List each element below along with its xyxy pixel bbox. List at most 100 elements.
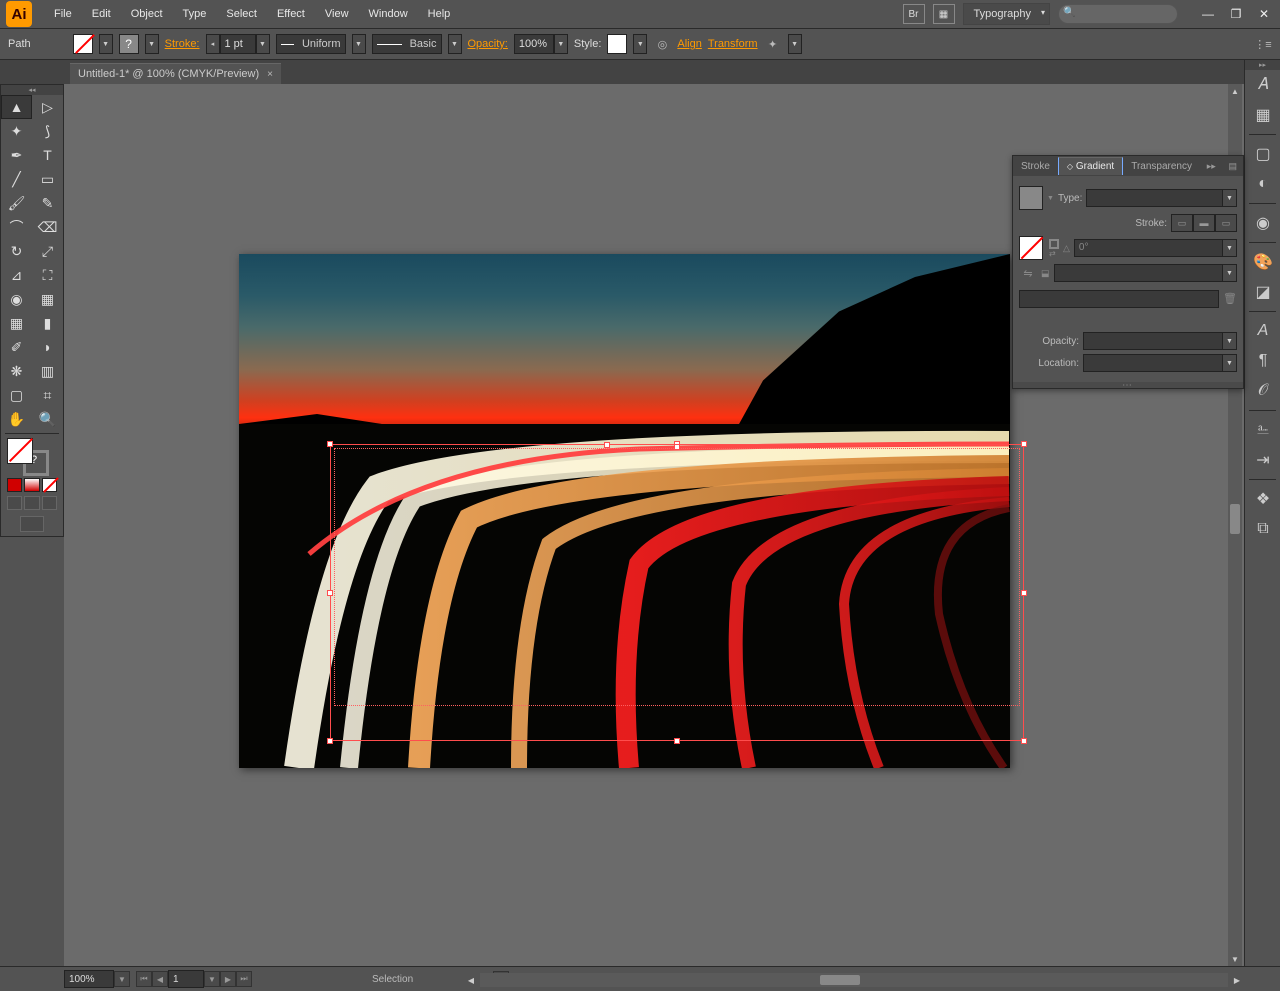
close-tab-icon[interactable]: × (267, 69, 273, 80)
stop-location-input[interactable]: ▼ (1083, 354, 1237, 372)
last-artboard-button[interactable]: ⏭ (236, 971, 252, 987)
right-strip-grip[interactable]: ▸▸ (1245, 60, 1280, 70)
horizontal-scrollbar[interactable]: ◀ ▶ (480, 973, 1228, 987)
gradient-fill-swatch[interactable] (1019, 236, 1043, 260)
transform-dropdown[interactable]: ▼ (788, 34, 802, 54)
scroll-up-icon[interactable]: ▲ (1228, 84, 1242, 98)
eraser-tool[interactable]: ⌫ (32, 215, 63, 239)
blob-brush-tool[interactable]: ⌒ (1, 215, 32, 239)
fill-indicator[interactable] (7, 438, 33, 464)
draw-normal[interactable] (7, 496, 22, 510)
opentype-icon[interactable]: 𝒪 (1245, 376, 1280, 406)
draw-behind[interactable] (24, 496, 39, 510)
brush-dropdown[interactable]: ▼ (448, 34, 462, 54)
controlbar-menu-icon[interactable]: ⋮≡ (1254, 35, 1272, 53)
character-panel-icon[interactable]: 𝐴 (1245, 70, 1280, 100)
gradient-angle-input[interactable]: 0°▼ (1074, 239, 1237, 257)
fill-stroke-indicator[interactable] (1, 436, 63, 476)
column-graph-tool[interactable]: ▥ (32, 359, 63, 383)
recolor-artwork-icon[interactable]: ◎ (653, 35, 671, 53)
panel-menu-icon[interactable]: ▤ (1222, 161, 1243, 172)
layers-panel-icon[interactable]: ❖ (1245, 484, 1280, 514)
scroll-right-icon[interactable]: ▶ (1230, 973, 1244, 987)
direct-selection-tool[interactable]: ▷ (32, 95, 63, 119)
magic-wand-tool[interactable]: ✦ (1, 119, 32, 143)
vwp-dropdown[interactable]: ▼ (352, 34, 366, 54)
brushes-panel-icon[interactable]: 🎨 (1245, 247, 1280, 277)
h-scroll-thumb[interactable] (820, 975, 860, 985)
tabs-panel-icon[interactable]: ⇥ (1245, 445, 1280, 475)
artboard-number-input[interactable]: 1 (168, 970, 204, 988)
menu-type[interactable]: Type (173, 2, 217, 26)
menu-view[interactable]: View (315, 2, 359, 26)
paragraph-style-icon[interactable]: ¶ (1245, 346, 1280, 376)
screen-mode[interactable] (20, 516, 44, 532)
gradient-slider[interactable] (1019, 290, 1219, 308)
tools-panel-grip[interactable]: ◂◂ (1, 85, 63, 95)
free-transform-tool[interactable]: ⛶ (32, 263, 63, 287)
stroke-weight-dropdown[interactable]: ▼ (256, 34, 270, 54)
zoom-dropdown[interactable]: ▼ (114, 971, 130, 987)
rectangle-tool[interactable]: ▭ (32, 167, 63, 191)
selection-tool[interactable]: ▲ (1, 95, 32, 119)
graphic-style-swatch[interactable] (607, 34, 627, 54)
next-artboard-button[interactable]: ▶ (220, 971, 236, 987)
fill-swatch[interactable] (73, 34, 93, 54)
variable-width-profile[interactable]: Uniform (276, 34, 346, 54)
paintbrush-tool[interactable]: 🖌 (1, 191, 32, 215)
gradient-preview-dropdown[interactable]: ▼ (1047, 195, 1054, 202)
sel-handle-e[interactable] (1021, 590, 1027, 596)
type-tool[interactable]: T (32, 143, 63, 167)
scroll-thumb[interactable] (1230, 504, 1240, 534)
panel-resize-grip[interactable] (1013, 382, 1243, 388)
bridge-icon[interactable]: Br (903, 4, 925, 24)
mesh-tool[interactable]: ▦ (1, 311, 32, 335)
menu-object[interactable]: Object (121, 2, 173, 26)
window-close[interactable]: ✕ (1250, 3, 1278, 25)
hand-tool[interactable]: ✋ (1, 407, 32, 431)
opacity-dropdown[interactable]: ▼ (554, 34, 568, 54)
color-mode-gradient[interactable] (24, 478, 39, 492)
slice-tool[interactable]: ⌗ (32, 383, 63, 407)
shape-builder-tool[interactable]: ◉ (1, 287, 32, 311)
opacity-input[interactable] (514, 34, 554, 54)
prev-artboard-button[interactable]: ◀ (152, 971, 168, 987)
document-tab[interactable]: Untitled-1* @ 100% (CMYK/Preview) × (70, 63, 281, 84)
scale-tool[interactable]: ⤢ (32, 239, 63, 263)
stroke-across-button[interactable]: ▭ (1215, 214, 1237, 232)
stroke-weight-input[interactable] (220, 34, 256, 54)
menu-help[interactable]: Help (418, 2, 461, 26)
stroke-swatch[interactable]: ? (119, 34, 139, 54)
pencil-tool[interactable]: ✎ (32, 191, 63, 215)
anchor-point[interactable] (604, 442, 610, 448)
first-artboard-button[interactable]: ⏮ (136, 971, 152, 987)
artboard-tool[interactable]: ▢ (1, 383, 32, 407)
sel-handle-ne[interactable] (1021, 441, 1027, 447)
panel-tab-transparency[interactable]: Transparency (1123, 158, 1200, 175)
character-style-icon[interactable]: A (1245, 316, 1280, 346)
color-panel-icon[interactable]: ▢ (1245, 139, 1280, 169)
stroke-stepper[interactable]: ◂ (206, 34, 220, 54)
color-mode-none[interactable] (42, 478, 57, 492)
reverse-gradient-icon[interactable]: ⇋ (1019, 264, 1037, 282)
stroke-within-button[interactable]: ▭ (1171, 214, 1193, 232)
symbols-panel-icon[interactable]: ◪ (1245, 277, 1280, 307)
gradient-preview[interactable] (1019, 186, 1043, 210)
artboard-dropdown[interactable]: ▼ (204, 971, 220, 987)
swap-fill-stroke-icon[interactable] (1049, 239, 1059, 249)
opacity-link[interactable]: Opacity: (468, 38, 508, 50)
menu-file[interactable]: File (44, 2, 82, 26)
scroll-left-icon[interactable]: ◀ (464, 973, 478, 987)
artboards-panel-icon[interactable]: ⧉ (1245, 514, 1280, 544)
glyphs-panel-icon[interactable]: ⎁ (1245, 415, 1280, 445)
color-mode-solid[interactable] (7, 478, 22, 492)
delete-stop-icon[interactable]: 🗑 (1223, 292, 1237, 306)
color-guide-icon[interactable]: ◐ (1245, 169, 1280, 199)
perspective-grid-tool[interactable]: ▦ (32, 287, 63, 311)
gradient-type-select[interactable]: ▼ (1086, 189, 1237, 207)
workspace-switcher[interactable]: Typography (963, 3, 1050, 25)
stroke-dropdown[interactable]: ▼ (145, 34, 159, 54)
zoom-input[interactable]: 100% (64, 970, 114, 988)
isolate-icon[interactable]: ✦ (764, 35, 782, 53)
panel-tab-stroke[interactable]: Stroke (1013, 158, 1058, 175)
